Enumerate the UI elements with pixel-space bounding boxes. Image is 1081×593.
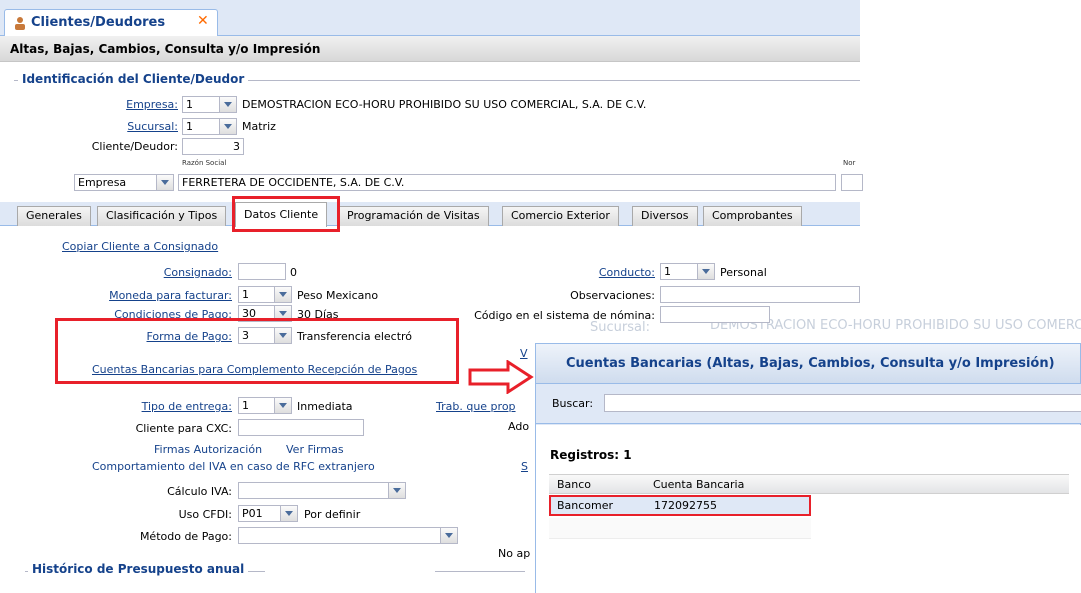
cliente-deudor-label: Cliente/Deudor:	[91, 140, 178, 153]
ado-text: Ado	[508, 420, 530, 433]
tab-clasificacion[interactable]: Clasificación y Tipos	[97, 206, 227, 226]
buscar-input[interactable]	[604, 394, 1081, 412]
historico-legend: Histórico de Presupuesto anual	[28, 562, 249, 576]
moneda-name: Peso Mexicano	[297, 289, 379, 302]
tab-generales[interactable]: Generales	[17, 206, 91, 226]
codigo-nomina-label: Código en el sistema de nómina:	[474, 309, 655, 322]
conducto-name: Personal	[720, 266, 767, 279]
registros-count: Registros: 1	[550, 448, 632, 462]
document-tab-strip: Clientes/Deudores ✕	[0, 0, 860, 36]
moneda-combo[interactable]: 1	[238, 286, 292, 303]
moneda-link[interactable]: Moneda para facturar:	[70, 289, 232, 302]
comportamiento-iva-text: Comportamiento del IVA en caso de RFC ex…	[92, 460, 375, 473]
conducto-value: 1	[664, 265, 671, 278]
empresa-value: 1	[186, 98, 193, 111]
arrow-right-icon	[468, 360, 534, 394]
tipo-persona-combo[interactable]: Empresa	[74, 174, 174, 191]
sucursal-combo[interactable]: 1	[182, 118, 237, 135]
tipo-entrega-value: 1	[242, 399, 249, 412]
consignado-input[interactable]	[238, 263, 286, 280]
razon-social-caption: Razón Social	[182, 159, 227, 167]
ver-firmas-link[interactable]: Ver Firmas	[286, 443, 344, 456]
chevron-down-icon[interactable]	[219, 97, 236, 112]
consignado-link[interactable]: Consignado:	[100, 266, 232, 279]
dialog-header: Cuentas Bancarias (Altas, Bajas, Cambios…	[536, 344, 1080, 384]
tab-diversos[interactable]: Diversos	[632, 206, 698, 226]
cuentas-bancarias-dialog: Cuentas Bancarias (Altas, Bajas, Cambios…	[535, 343, 1081, 593]
chevron-down-icon[interactable]	[274, 398, 291, 413]
forma-pago-highlight	[55, 318, 459, 384]
codigo-nomina-input[interactable]	[660, 306, 770, 323]
sucursal-name: Matriz	[242, 120, 276, 133]
v-link[interactable]: V	[520, 347, 528, 360]
col-banco[interactable]: Banco	[557, 478, 591, 491]
historico-section-right	[435, 571, 525, 572]
sucursal-value: 1	[186, 120, 193, 133]
chevron-down-icon[interactable]	[697, 264, 714, 279]
document-tab-title: Clientes/Deudores	[31, 15, 166, 30]
dialog-toolbar: Buscar:	[536, 384, 1081, 424]
empresa-name: DEMOSTRACION ECO-HORU PROHIBIDO SU USO C…	[242, 98, 647, 111]
ghost-sucursal: Sucursal:	[590, 320, 650, 335]
dialog-title: Cuentas Bancarias (Altas, Bajas, Cambios…	[566, 356, 1055, 371]
metodo-pago-combo[interactable]	[238, 527, 458, 544]
chevron-down-icon[interactable]	[388, 483, 405, 498]
cliente-deudor-input[interactable]: 3	[182, 138, 244, 155]
cliente-cxc-input[interactable]	[238, 419, 364, 436]
metodo-pago-label: Método de Pago:	[139, 530, 232, 543]
moneda-value: 1	[242, 288, 249, 301]
calculo-iva-label: Cálculo IVA:	[167, 485, 232, 498]
form-title: Altas, Bajas, Cambios, Consulta y/o Impr…	[10, 42, 321, 56]
tipo-entrega-link[interactable]: Tipo de entrega:	[70, 400, 232, 413]
conducto-link[interactable]: Conducto:	[560, 266, 655, 279]
uso-cfdi-value: P01	[242, 507, 263, 520]
empresa-link[interactable]: Empresa:	[110, 98, 178, 111]
cliente-cxc-label: Cliente para CXC:	[135, 422, 232, 435]
tab-comprobantes[interactable]: Comprobantes	[703, 206, 802, 226]
cell-banco: Bancomer	[557, 499, 614, 512]
cell-cuenta: 172092755	[654, 499, 717, 512]
chevron-down-icon[interactable]	[219, 119, 236, 134]
calculo-iva-combo[interactable]	[238, 482, 406, 499]
consignado-num: 0	[290, 266, 297, 279]
identificacion-legend: Identificación del Cliente/Deudor	[18, 72, 249, 86]
razon-social-input[interactable]: FERRETERA DE OCCIDENTE, S.A. DE C.V.	[178, 174, 836, 191]
col-cuenta[interactable]: Cuenta Bancaria	[653, 478, 744, 491]
chevron-down-icon[interactable]	[440, 528, 457, 543]
tipo-entrega-name: Inmediata	[297, 400, 353, 413]
trab-que-prop-link[interactable]: Trab. que prop	[436, 400, 516, 413]
copiar-cliente-link[interactable]: Copiar Cliente a Consignado	[62, 240, 218, 253]
no-ap-text: No ap	[498, 547, 531, 560]
tab-comercio-exterior[interactable]: Comercio Exterior	[502, 206, 619, 226]
conducto-combo[interactable]: 1	[660, 263, 715, 280]
form-title-bar: Altas, Bajas, Cambios, Consulta y/o Impr…	[0, 36, 860, 62]
buscar-label: Buscar:	[552, 397, 594, 410]
table-row[interactable]: Bancomer 172092755	[549, 495, 811, 516]
nombre-input[interactable]	[841, 174, 863, 191]
observaciones-label: Observaciones:	[570, 289, 655, 302]
uso-cfdi-name: Por definir	[304, 508, 361, 521]
observaciones-input[interactable]	[660, 286, 860, 303]
grid-header: Banco Cuenta Bancaria	[549, 474, 1069, 494]
document-tab-clientes[interactable]: Clientes/Deudores ✕	[4, 9, 218, 36]
uso-cfdi-combo[interactable]: P01	[238, 505, 298, 522]
tipo-entrega-combo[interactable]: 1	[238, 397, 292, 414]
empresa-combo[interactable]: 1	[182, 96, 237, 113]
sucursal-link[interactable]: Sucursal:	[110, 120, 178, 133]
nombre-caption: Nor	[843, 159, 856, 167]
chevron-down-icon[interactable]	[274, 287, 291, 302]
close-icon[interactable]: ✕	[197, 13, 209, 29]
table-row-empty	[549, 518, 811, 539]
chevron-down-icon[interactable]	[156, 175, 173, 190]
user-icon	[15, 17, 25, 30]
tab-highlight	[232, 196, 340, 232]
s-link[interactable]: S	[521, 460, 528, 473]
chevron-down-icon[interactable]	[280, 506, 297, 521]
firmas-autorizacion-link[interactable]: Firmas Autorización	[154, 443, 262, 456]
tipo-persona-value: Empresa	[78, 176, 127, 189]
tab-programacion-visitas[interactable]: Programación de Visitas	[338, 206, 489, 226]
uso-cfdi-label: Uso CFDI:	[178, 508, 232, 521]
